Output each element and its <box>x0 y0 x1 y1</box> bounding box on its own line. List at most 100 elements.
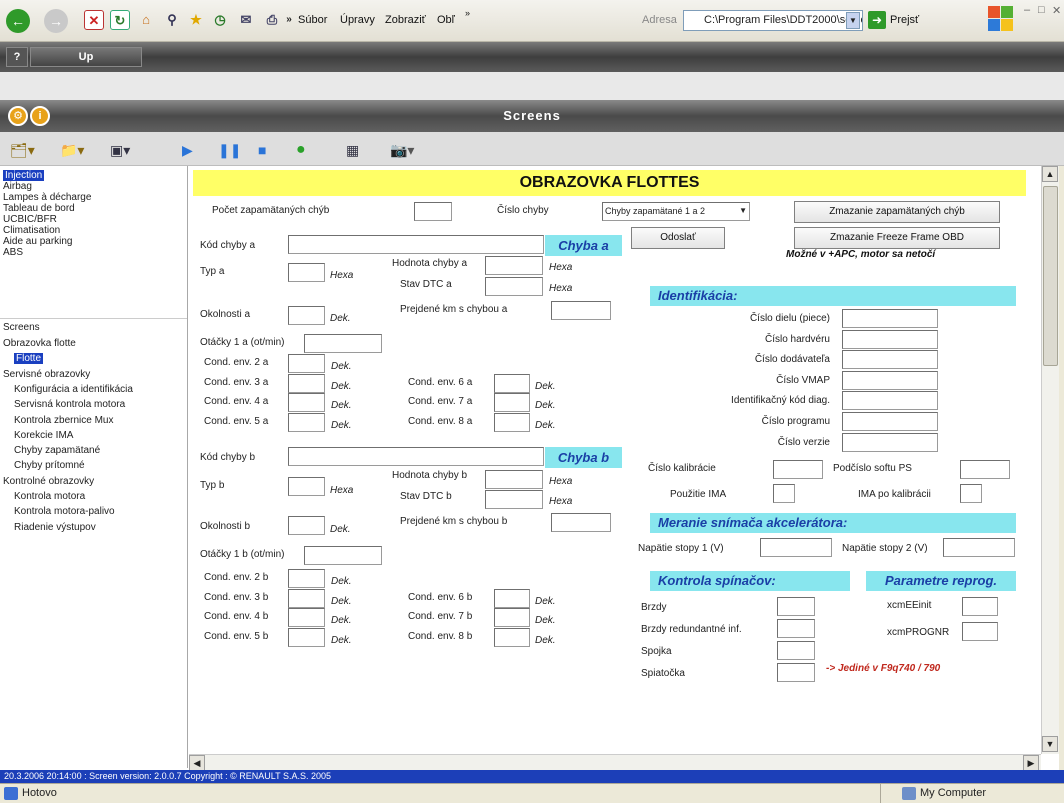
zmazanie-freeze-button[interactable]: Zmazanie Freeze Frame OBD <box>794 227 1000 249</box>
scroll-down-icon[interactable]: ▼ <box>1042 736 1058 752</box>
ecu-list-item[interactable]: Tableau de bord <box>3 203 75 214</box>
stop-icon[interactable]: ✕ <box>84 10 104 30</box>
stop-record-icon[interactable]: ■ <box>258 140 266 160</box>
back-icon[interactable]: ← <box>6 9 30 33</box>
tree-item[interactable]: Chyby prítomné <box>14 460 85 471</box>
stav-dtc-b-field[interactable] <box>485 490 543 509</box>
ecu-list-item[interactable]: Airbag <box>3 181 32 192</box>
okolnosti-b-field[interactable] <box>288 516 325 535</box>
address-bar[interactable]: C:\Program Files\DDT2000\screens\ <box>683 10 863 31</box>
stav-dtc-a-field[interactable] <box>485 277 543 296</box>
otacky-a-field[interactable] <box>304 334 382 353</box>
tree-item[interactable]: Servisná kontrola motora <box>14 399 125 410</box>
napatie-1-field[interactable] <box>760 538 832 557</box>
cond-env-field[interactable] <box>288 608 325 628</box>
menu-favorites[interactable]: Obľ <box>437 14 455 26</box>
refresh-icon[interactable]: ↻ <box>110 10 130 30</box>
camera-icon[interactable]: 📷▾ <box>390 140 414 160</box>
tree-item[interactable]: Flotte <box>14 353 44 365</box>
ecu-list-item[interactable]: Aide au parking <box>3 236 73 247</box>
pause-icon[interactable]: ❚❚ <box>218 140 241 160</box>
vertical-scrollbar[interactable]: ▲ ▼ <box>1041 166 1059 754</box>
ecu-list-item[interactable]: UCBIC/BFR <box>3 214 57 225</box>
tree-item[interactable]: Chyby zapamätané <box>14 445 100 456</box>
ecu-list-item[interactable]: Injection <box>3 170 45 181</box>
tree-item[interactable]: Kontrola zbernice Mux <box>14 415 114 426</box>
spinac-field[interactable] <box>777 641 815 660</box>
spinac-field[interactable] <box>777 619 815 638</box>
xcm-eeinit-field[interactable] <box>962 597 998 616</box>
search-icon[interactable]: ⚲ <box>162 10 182 30</box>
napatie-2-field[interactable] <box>943 538 1015 557</box>
typ-a-field[interactable] <box>288 263 325 282</box>
prejdene-b-field[interactable] <box>551 513 611 532</box>
spinac-field[interactable] <box>777 663 815 682</box>
menu-file[interactable]: Súbor <box>298 14 327 26</box>
pouzitie-ima-field[interactable] <box>773 484 795 503</box>
identifikacia-field[interactable] <box>842 432 938 452</box>
tree-item[interactable]: Kontrola motora <box>14 491 85 502</box>
cond-env-field[interactable] <box>288 413 325 433</box>
vertical-scroll-thumb[interactable] <box>1043 186 1058 366</box>
tree-group[interactable]: Servisné obrazovky <box>3 369 90 380</box>
ecu-list-item[interactable]: Climatisation <box>3 225 60 236</box>
address-dropdown-icon[interactable]: ▼ <box>846 12 860 29</box>
ecu-list-item[interactable]: Lampes à décharge <box>3 192 91 203</box>
cond-env-field[interactable] <box>494 628 530 648</box>
cond-env-field[interactable] <box>288 354 325 373</box>
okolnosti-a-field[interactable] <box>288 306 325 325</box>
identifikacia-field[interactable] <box>842 370 938 390</box>
identifikacia-field[interactable] <box>842 309 938 328</box>
menu-overflow-icon[interactable]: » <box>465 8 470 18</box>
chyby-select[interactable]: Chyby zapamätané 1 a 2 ▼ <box>602 202 750 221</box>
podcislo-field[interactable] <box>960 460 1010 479</box>
close-icon[interactable]: ✕ <box>1052 4 1061 17</box>
tree-item[interactable]: Konfigurácia a identifikácia <box>14 384 133 395</box>
typ-b-field[interactable] <box>288 477 325 496</box>
menu-edit[interactable]: Úpravy <box>340 14 375 26</box>
go-icon[interactable]: ➜ <box>868 11 886 29</box>
scroll-right-icon[interactable]: ▶ <box>1023 755 1039 771</box>
spinac-field[interactable] <box>777 597 815 616</box>
cond-env-field[interactable] <box>494 588 530 608</box>
save-folder-icon[interactable]: 📁▾ <box>60 140 84 160</box>
identifikacia-field[interactable] <box>842 350 938 370</box>
tree-item[interactable]: Riadenie výstupov <box>14 522 96 533</box>
minimize-icon[interactable]: – <box>1024 4 1030 16</box>
hodnota-b-field[interactable] <box>485 470 543 489</box>
cond-env-field[interactable] <box>288 588 325 608</box>
cond-env-field[interactable] <box>494 373 530 393</box>
kod-chyby-b-field[interactable] <box>288 447 544 466</box>
prejdene-a-field[interactable] <box>551 301 611 320</box>
tree-item[interactable]: Kontrola motora-palivo <box>14 506 115 517</box>
cond-env-field[interactable] <box>288 373 325 393</box>
mail-icon[interactable]: ✉ <box>236 10 256 30</box>
forward-icon[interactable]: → <box>44 9 68 33</box>
cond-env-field[interactable] <box>288 569 325 588</box>
kod-chyby-a-field[interactable] <box>288 235 544 254</box>
cond-env-field[interactable] <box>288 393 325 413</box>
otacky-b-field[interactable] <box>304 546 382 565</box>
print-icon[interactable]: ⎙ <box>262 10 282 30</box>
odoslat-button[interactable]: Odoslať <box>631 227 725 249</box>
up-button[interactable]: Up <box>30 47 142 67</box>
identifikacia-field[interactable] <box>842 412 938 431</box>
favorites-icon[interactable]: ★ <box>186 10 206 30</box>
play-icon[interactable]: ▶ <box>182 140 193 160</box>
identifikacia-field[interactable] <box>842 391 938 411</box>
horizontal-scrollbar[interactable]: ◀ ▶ <box>189 754 1041 771</box>
zmazanie-chyb-button[interactable]: Zmazanie zapamätaných chýb <box>794 201 1000 223</box>
tree-item[interactable]: Korekcie IMA <box>14 430 73 441</box>
ima-po-field[interactable] <box>960 484 982 503</box>
xcm-prognr-field[interactable] <box>962 622 998 641</box>
cond-env-field[interactable] <box>288 628 325 648</box>
pocet-field[interactable] <box>414 202 452 221</box>
scroll-up-icon[interactable]: ▲ <box>1042 166 1058 182</box>
cond-env-field[interactable] <box>494 393 530 413</box>
tree-group[interactable]: Obrazovka flotte <box>3 338 76 349</box>
menu-view[interactable]: Zobraziť <box>385 14 426 26</box>
frame-icon[interactable]: ▦ <box>346 140 359 160</box>
ecu-list-item[interactable]: ABS <box>3 247 23 258</box>
cislo-kalibracie-field[interactable] <box>773 460 823 479</box>
open-folder-icon[interactable]: 🗂▾ <box>10 140 35 160</box>
